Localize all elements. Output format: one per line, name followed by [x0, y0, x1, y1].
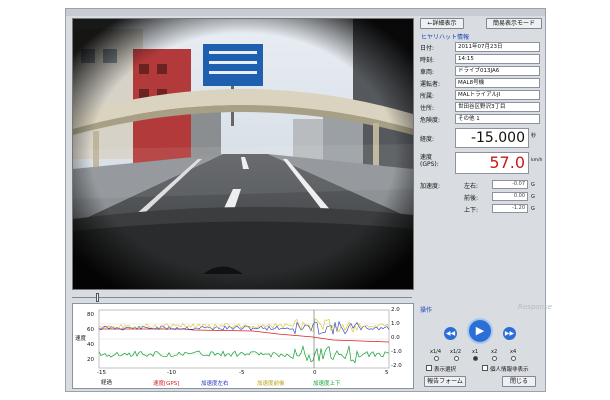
info-row-address: 住所: 世田谷区野沢3丁目: [420, 102, 542, 113]
accel-ud-value: -1.20: [492, 204, 528, 213]
accel-lr-label: 左右:: [464, 183, 479, 190]
address-value: 世田谷区野沢3丁目: [455, 102, 540, 112]
controls-title: 操作: [420, 307, 433, 314]
affiliation-label: 所属:: [420, 93, 435, 100]
vehicle-label: 車両:: [420, 69, 435, 76]
seek-track: [72, 297, 412, 298]
left-tick-3: 40: [87, 342, 94, 348]
report-form-button[interactable]: 報告フォーム: [424, 376, 466, 387]
info-row-danger: 危険度: その他 1: [420, 114, 542, 125]
info-row-affiliation: 所属: MALトライアルJI: [420, 90, 542, 101]
simple-mode-button[interactable]: 簡易表示モード: [486, 18, 542, 29]
display-select-label: 表示選択: [434, 367, 457, 373]
hide-personal-checkbox[interactable]: [482, 365, 488, 371]
accel-fb-value: 0.00: [492, 192, 528, 201]
accel-lr-value: -0.07: [492, 180, 528, 189]
display-select-checkbox[interactable]: [426, 365, 432, 371]
date-value: 2011年07月23日: [455, 42, 540, 52]
date-label: 日付:: [420, 45, 435, 52]
info-row-time: 時刻: 14:15: [420, 54, 542, 65]
danger-label: 危険度:: [420, 117, 441, 124]
driver-label: 運転者:: [420, 81, 441, 88]
title-bar: [66, 9, 545, 16]
seek-handle[interactable]: [96, 293, 99, 302]
time-label: 時刻:: [420, 57, 435, 64]
playback-controls: 操作 Response ◀◀ ▶ ▶▶ x1/4 x1/2 x1 x2 x4 表…: [420, 303, 552, 389]
dashcam-video: [72, 18, 414, 290]
play-icon: ▶: [475, 324, 485, 337]
y-axis-label: 速度: [75, 336, 87, 342]
longitude-unit: 秒: [531, 133, 537, 139]
right-tick-4: -1.0: [391, 349, 402, 355]
longitude-label: 経度:: [420, 136, 435, 143]
legend-accel-lr: 加速度左右: [201, 381, 229, 387]
legend-speed: 速度[GPS]: [153, 381, 180, 387]
speed-option-quarter: x1/4: [430, 349, 442, 355]
x-tick-1: -15: [97, 370, 106, 376]
vehicle-value: ドライブ013JA6: [455, 66, 540, 76]
right-tick-3: 0.0: [391, 335, 400, 341]
accel-lr-unit: G: [531, 182, 535, 188]
speed-option-2x: x2: [491, 349, 498, 355]
accel-ud-unit: G: [531, 206, 535, 212]
app-window: ←詳細表示 簡易表示モード ヒヤリハット情報 日付: 2011年07月23日 時…: [65, 8, 552, 392]
left-tick-2: 60: [87, 327, 94, 333]
watermark: Response: [518, 303, 552, 311]
x-tick-4: 0: [313, 370, 317, 376]
radio-1x[interactable]: [473, 356, 478, 361]
left-tick-4: 20: [87, 357, 94, 363]
section-title: ヒヤリハット情報: [421, 34, 470, 41]
longitude-value: -15.000: [455, 128, 529, 148]
info-row-date: 日付: 2011年07月23日: [420, 42, 542, 53]
right-tick-5: -2.0: [391, 363, 402, 369]
speed-label: 速度 (GPS):: [420, 154, 439, 168]
legend-accel-fb: 加速度前後: [257, 381, 285, 387]
x-tick-2: -10: [167, 370, 176, 376]
speed-option-1x: x1: [472, 349, 479, 355]
radio-quarter[interactable]: [434, 356, 439, 361]
info-row-driver: 運転者: MAL8号機: [420, 78, 542, 89]
forward-icon: ▶▶: [504, 330, 515, 337]
right-tick-1: 2.0: [391, 307, 400, 313]
x-axis-label: 経過: [101, 380, 113, 386]
rewind-button[interactable]: ◀◀: [444, 327, 457, 340]
info-row-vehicle: 車両: ドライブ013JA6: [420, 66, 542, 77]
accel-label: 加速度:: [420, 183, 441, 190]
x-tick-5: 5: [385, 370, 389, 376]
legend-accel-ud: 加速度上下: [313, 381, 341, 387]
radio-half[interactable]: [454, 356, 459, 361]
accel-fb-unit: G: [531, 194, 535, 200]
x-tick-3: -5: [239, 370, 245, 376]
right-tick-2: 1.0: [391, 321, 400, 327]
left-tick-1: 80: [87, 312, 94, 318]
time-value: 14:15: [455, 54, 540, 64]
speed-value: 57.0: [455, 152, 529, 174]
speed-option-half: x1/2: [450, 349, 462, 355]
driver-value: MAL8号機: [455, 78, 540, 88]
seek-slider[interactable]: [72, 293, 414, 302]
hide-personal-label: 個人情報非表示: [490, 367, 529, 373]
dashcam-scene: [73, 19, 413, 289]
affiliation-value: MALトライアルJI: [455, 90, 540, 100]
accel-fb-label: 前後:: [464, 195, 479, 202]
rewind-icon: ◀◀: [445, 330, 456, 337]
speed-option-4x: x4: [510, 349, 517, 355]
accel-ud-label: 上下:: [464, 207, 479, 214]
radio-4x[interactable]: [511, 356, 516, 361]
forward-button[interactable]: ▶▶: [503, 327, 516, 340]
play-button[interactable]: ▶: [467, 318, 493, 344]
detail-view-button[interactable]: ←詳細表示: [420, 18, 464, 29]
close-button[interactable]: 閉じる: [502, 376, 536, 387]
danger-value: その他 1: [455, 114, 540, 124]
radio-2x[interactable]: [492, 356, 497, 361]
sensor-graph: 速度 80 60 40 20 2.0 1.0 0.0 -1.0 -2.0 -15…: [72, 303, 414, 389]
address-label: 住所:: [420, 105, 435, 112]
speed-unit: km/h: [531, 158, 543, 163]
